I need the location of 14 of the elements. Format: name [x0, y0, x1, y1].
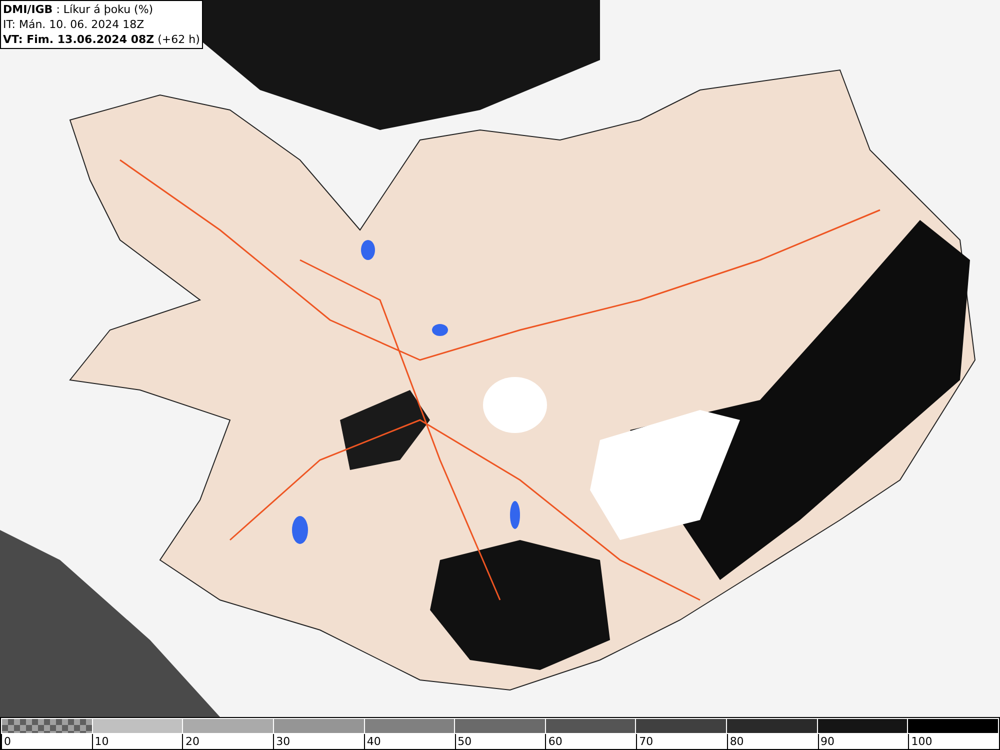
scale-label: 10: [92, 734, 109, 749]
scale-label: 90: [818, 734, 835, 749]
scale-label: 20: [182, 734, 200, 749]
info-text: DMI/IGB : Líkur á þoku (%): [3, 2, 154, 17]
scale-label: 40: [364, 734, 381, 749]
scale-label: 100: [908, 734, 932, 749]
scale-label: 50: [454, 734, 472, 749]
scale-label: 30: [273, 734, 290, 749]
scale-label: 70: [636, 734, 654, 749]
scale-label: 0: [1, 734, 11, 749]
scale-label: 60: [545, 734, 562, 749]
info-text: VT: Fim. 13.06.2024 08Z (+62 h): [3, 32, 200, 47]
scale-label: 80: [726, 734, 744, 749]
info-text: IT: Mán. 10. 06. 2024 18Z: [3, 17, 146, 32]
